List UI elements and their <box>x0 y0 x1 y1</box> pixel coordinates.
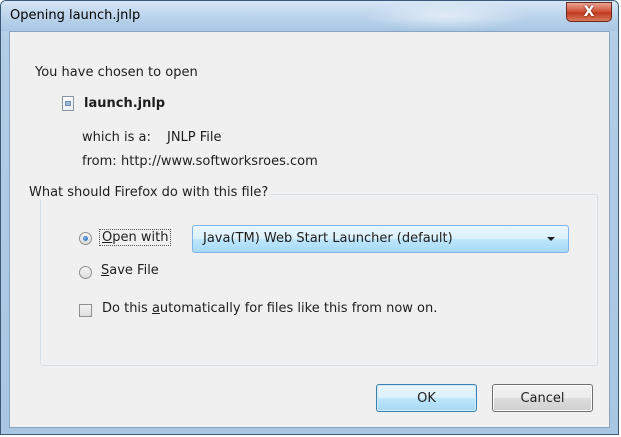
open-with-app-select[interactable]: Java(TM) Web Start Launcher (default) <box>192 225 569 253</box>
title-bar[interactable]: Opening launch.jnlp X <box>1 1 618 31</box>
open-with-label[interactable]: Open with <box>99 229 172 246</box>
open-with-app-value: Java(TM) Web Start Launcher (default) <box>203 231 453 246</box>
open-with-radio[interactable] <box>79 232 92 245</box>
save-file-label[interactable]: Save File <box>101 263 159 278</box>
action-groupbox <box>40 194 598 366</box>
ok-button[interactable]: OK <box>376 384 477 412</box>
auto-action-label-rest: utomatically for files like this from no… <box>159 301 438 316</box>
file-source-label: from: <box>82 154 117 169</box>
auto-action-accel: a <box>151 301 160 316</box>
file-source-value: http://www.softworksroes.com <box>121 154 318 169</box>
window-title: Opening launch.jnlp <box>10 8 141 23</box>
dialog-client-area: You have chosen to open launch.jnlp whic… <box>9 31 610 428</box>
close-button[interactable]: X <box>566 2 612 22</box>
intro-text: You have chosen to open <box>35 65 198 80</box>
auto-action-checkbox[interactable] <box>79 304 92 317</box>
save-file-radio[interactable] <box>79 266 92 279</box>
close-icon: X <box>583 4 595 20</box>
ok-button-label: OK <box>417 390 436 406</box>
save-file-label-rest: ave File <box>109 263 159 278</box>
file-icon <box>62 96 74 111</box>
file-type-label: which is a: <box>82 130 151 145</box>
cancel-button-label: Cancel <box>520 390 565 406</box>
auto-action-label-pre: Do this <box>102 301 152 316</box>
chevron-down-icon <box>547 237 555 241</box>
auto-action-label[interactable]: Do this automatically for files like thi… <box>102 301 437 316</box>
open-with-label-rest: pen with <box>112 230 169 245</box>
dialog-window: Opening launch.jnlp X You have chosen to… <box>0 0 619 435</box>
action-group-legend: What should Firefox do with this file? <box>26 185 272 200</box>
file-name: launch.jnlp <box>84 96 166 111</box>
file-type-value: JNLP File <box>167 130 222 145</box>
open-with-accel: O <box>102 230 113 245</box>
cancel-button[interactable]: Cancel <box>492 384 593 412</box>
